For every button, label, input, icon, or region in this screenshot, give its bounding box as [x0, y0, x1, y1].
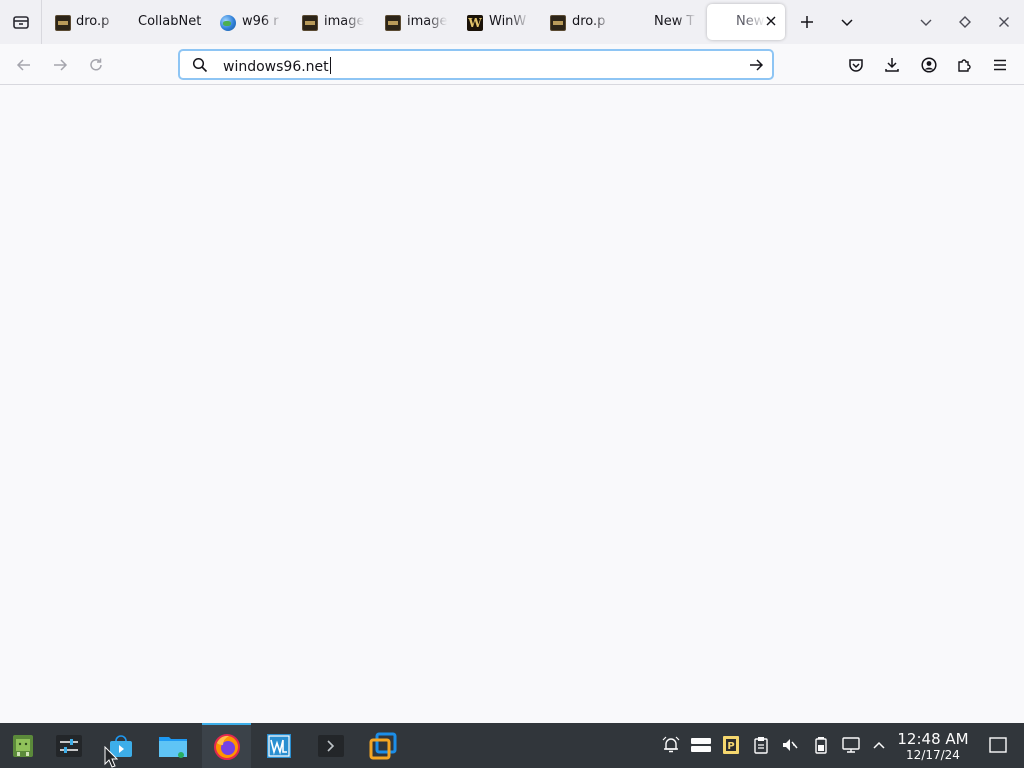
tab-strip: dro.p CollabNet w96 r image image W WinW… — [0, 0, 1024, 44]
taskbar-settings[interactable] — [46, 723, 92, 768]
search-icon — [192, 57, 208, 77]
reload-button[interactable] — [81, 50, 111, 80]
clipboard-manager-tray[interactable]: P — [722, 736, 740, 754]
battery-icon — [815, 737, 827, 754]
network-wired-icon — [842, 737, 860, 753]
taskbar-terminal[interactable] — [306, 723, 355, 768]
tab-image-2[interactable]: image — [379, 4, 451, 40]
android-launcher-icon — [13, 734, 33, 757]
taskbar-virtualbox[interactable] — [358, 723, 407, 768]
pocket-button[interactable] — [841, 50, 871, 80]
hamburger-icon — [994, 59, 1006, 71]
notifications-tray[interactable] — [662, 736, 680, 754]
svg-text:P: P — [727, 741, 734, 752]
taskbar-wm-app[interactable] — [254, 723, 303, 768]
virtualbox-icon — [369, 732, 396, 759]
tab-image-1[interactable]: image — [296, 4, 368, 40]
app-launcher-button[interactable] — [0, 723, 46, 768]
tab-dro-2[interactable]: dro.p — [544, 4, 616, 40]
arrow-right-icon — [750, 59, 764, 71]
arrow-left-icon — [16, 59, 30, 71]
tab-new-active[interactable]: New — [707, 4, 785, 40]
chevron-down-icon — [841, 19, 853, 27]
tab-w96[interactable]: w96 r — [214, 4, 286, 40]
mouse-pointer-icon — [104, 746, 118, 768]
tab-collabnet[interactable]: CollabNet — [128, 4, 212, 40]
tray-expand-button[interactable] — [870, 736, 888, 754]
download-icon — [885, 58, 899, 72]
firefox-icon — [213, 733, 240, 760]
show-desktop-button[interactable] — [988, 736, 1008, 754]
folder-icon — [159, 736, 187, 758]
text-caret — [329, 57, 331, 74]
account-button[interactable] — [914, 50, 944, 80]
downloads-button[interactable] — [877, 50, 907, 80]
clipboard-tray[interactable] — [752, 736, 770, 754]
clock-time: 12:48 AM — [897, 730, 969, 748]
wm-logo-icon — [266, 733, 291, 758]
tab-dro-1[interactable]: dro.p — [48, 4, 124, 40]
storage-tray[interactable] — [690, 736, 712, 754]
dark-thumbnail-icon — [55, 15, 71, 31]
clock-date: 12/17/24 — [906, 748, 960, 762]
back-button[interactable] — [9, 50, 39, 80]
close-icon — [766, 16, 776, 26]
new-tab-button[interactable] — [789, 0, 825, 44]
plus-icon — [801, 16, 813, 28]
desktop-icon — [989, 737, 1007, 753]
minimize-chevron-icon — [920, 19, 932, 26]
url-bar[interactable]: windows96.net — [178, 49, 774, 80]
go-button[interactable] — [744, 54, 768, 76]
tab-tray-icon — [12, 16, 29, 29]
extensions-button[interactable] — [949, 50, 979, 80]
list-all-tabs-button[interactable] — [829, 0, 865, 44]
url-value: windows96.net — [223, 59, 329, 75]
w-logo-icon: W — [467, 15, 483, 31]
digital-clock[interactable]: 12:48 AM 12/17/24 — [893, 730, 973, 763]
taskbar-file-manager[interactable] — [150, 723, 196, 768]
speaker-muted-icon — [783, 739, 798, 751]
settings-sliders-icon — [56, 734, 82, 757]
navigation-toolbar: windows96.net — [0, 44, 1024, 85]
globe-icon — [220, 15, 236, 31]
taskbar-firefox[interactable] — [202, 723, 251, 768]
tab-label: CollabNet — [138, 14, 202, 29]
arrow-right-icon — [54, 59, 68, 71]
alarm-bell-icon — [662, 736, 680, 753]
window-minimize-button[interactable] — [908, 0, 944, 44]
tab-new-1[interactable]: New T — [628, 4, 700, 40]
parcel-icon: P — [723, 736, 739, 754]
pocket-icon — [849, 59, 863, 72]
dark-thumbnail-icon — [550, 15, 566, 31]
window-close-button[interactable] — [986, 0, 1022, 44]
terminal-icon — [317, 734, 344, 757]
tab-winw[interactable]: W WinW — [461, 4, 533, 40]
tab-close-button[interactable] — [763, 13, 779, 29]
drive-icon — [691, 738, 711, 752]
chevron-up-icon — [873, 741, 885, 749]
tab-overview-button[interactable] — [0, 0, 42, 44]
volume-tray[interactable] — [781, 736, 799, 754]
clipboard-icon — [754, 737, 768, 754]
network-tray[interactable] — [842, 736, 860, 754]
battery-tray[interactable] — [812, 736, 830, 754]
dark-thumbnail-icon — [302, 15, 318, 31]
window-maximize-button[interactable] — [947, 0, 983, 44]
app-menu-button[interactable] — [985, 50, 1015, 80]
reload-icon — [90, 58, 102, 71]
page-content — [0, 85, 1024, 723]
close-icon — [999, 17, 1009, 27]
url-input[interactable]: windows96.net — [223, 57, 331, 75]
taskbar: P 12:48 AM 12/17/24 — [0, 723, 1024, 768]
dark-thumbnail-icon — [385, 15, 401, 31]
puzzle-icon — [958, 59, 971, 72]
forward-button[interactable] — [45, 50, 75, 80]
account-icon — [921, 57, 937, 73]
maximize-diamond-icon — [959, 16, 971, 28]
